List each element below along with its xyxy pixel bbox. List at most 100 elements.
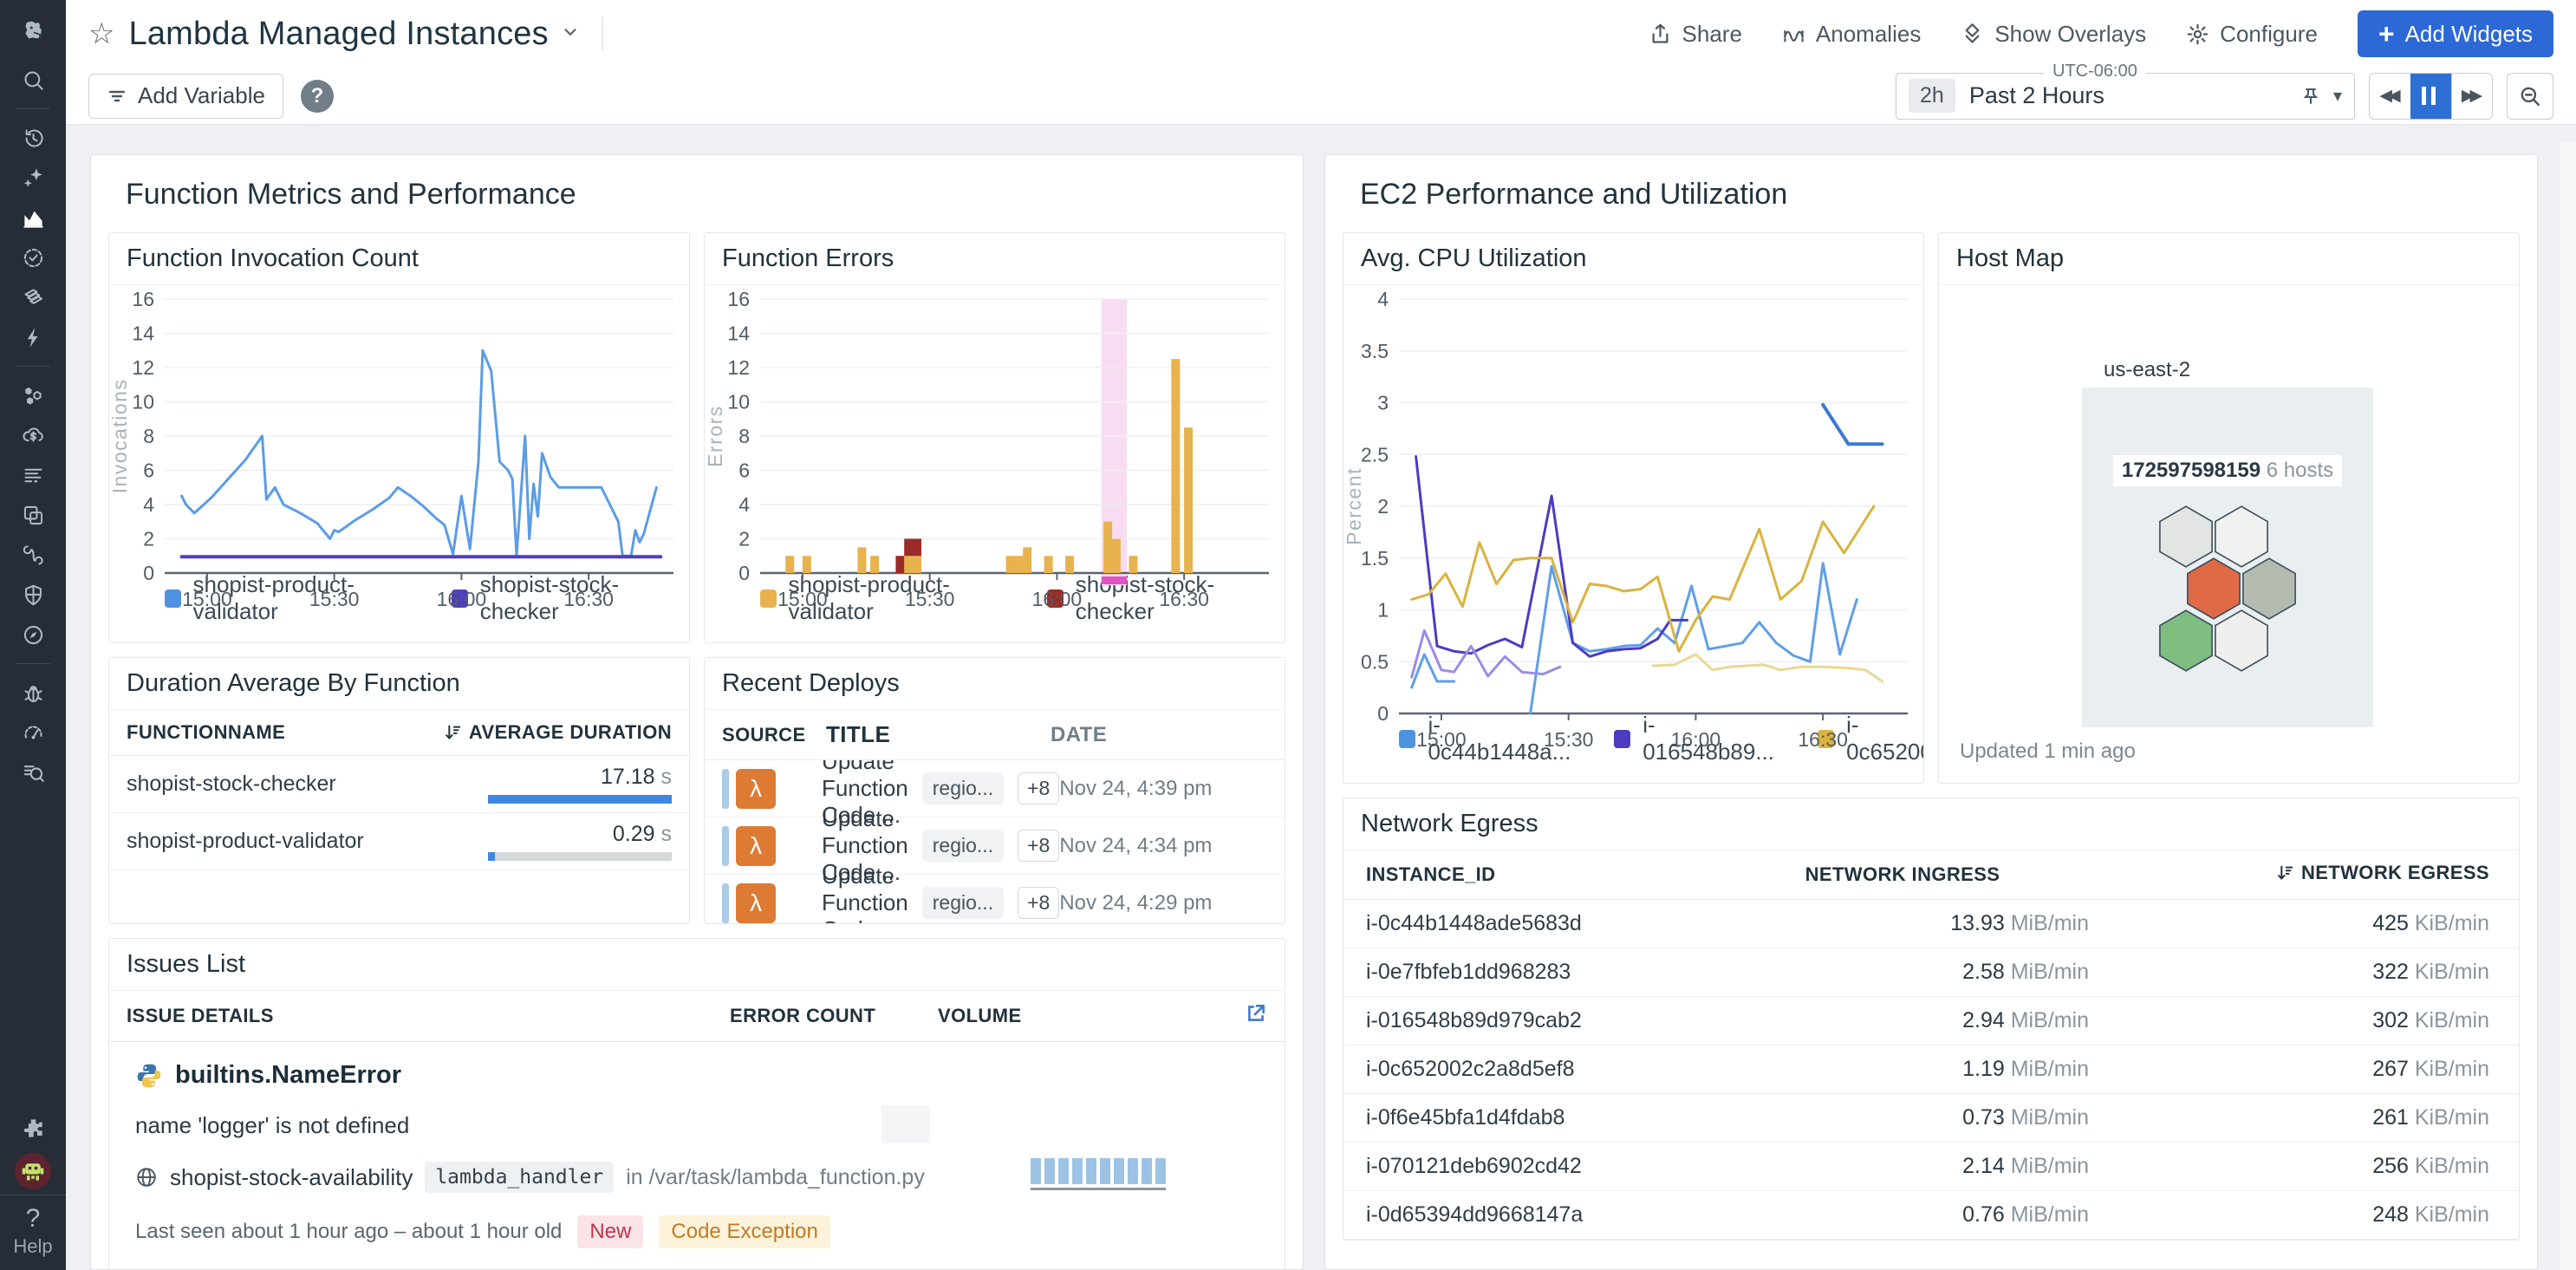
nav-divider xyxy=(16,108,50,109)
error-tracking-icon[interactable] xyxy=(12,673,54,713)
add-variable-button[interactable]: Add Variable xyxy=(88,74,283,119)
svg-text:0: 0 xyxy=(738,562,750,584)
sparkles-icon[interactable] xyxy=(12,158,54,198)
table-row[interactable]: shopist-product-validator0.29 s xyxy=(109,813,689,870)
widget-title: Recent Deploys xyxy=(705,658,1285,710)
table-row[interactable]: i-0f6e45bfa1d4fdab80.73 MiB/min261 KiB/m… xyxy=(1343,1094,2519,1143)
svg-text:15:00: 15:00 xyxy=(777,588,828,610)
widget-title: Host Map xyxy=(1939,233,2519,285)
widget-issues-list[interactable]: Issues List ISSUE DETAILS ERROR COUNT VO… xyxy=(108,938,1285,1270)
time-pause-button[interactable] xyxy=(2410,74,2451,119)
errors-bar-chart[interactable]: 024681012141615:0015:3016:0016:30Errors xyxy=(705,285,1285,564)
time-range-label: Past 2 Hours xyxy=(1969,82,2300,109)
widget-network-egress[interactable]: Network Egress INSTANCE_ID NETWORK INGRE… xyxy=(1343,798,2520,1241)
table-header: SOURCE TITLE DATE xyxy=(705,710,1285,760)
timezone-label: UTC-06:00 xyxy=(2044,62,2146,81)
table-row[interactable]: i-0c652002c2a8d5ef81.19 MiB/min267 KiB/m… xyxy=(1343,1045,2519,1094)
sort-desc-icon xyxy=(2275,863,2294,882)
issue-function-name[interactable]: shopist-stock-availability xyxy=(170,1164,413,1191)
integrations-icon[interactable] xyxy=(12,1108,54,1148)
anomalies-button[interactable]: Anomalies xyxy=(1782,21,1921,48)
apm-icon[interactable] xyxy=(12,375,54,415)
infrastructure-icon[interactable] xyxy=(12,277,54,317)
deploy-more-chip[interactable]: +8 xyxy=(1018,830,1059,862)
service-mgmt-icon[interactable] xyxy=(12,615,54,655)
issue-file-path: in /var/task/lambda_function.py xyxy=(626,1165,925,1190)
svg-text:1.5: 1.5 xyxy=(1361,547,1389,570)
left-nav: ?Help xyxy=(0,0,66,1270)
sort-desc-icon xyxy=(443,723,462,742)
datadog-logo[interactable] xyxy=(10,11,56,51)
deploy-more-chip[interactable]: +8 xyxy=(1018,772,1059,804)
hostmap-hex-cluster[interactable] xyxy=(2150,498,2306,687)
scrollbar-track[interactable] xyxy=(2559,142,2576,1270)
user-avatar[interactable] xyxy=(15,1153,51,1189)
widget-duration-average[interactable]: Duration Average By Function FUNCTIONNAM… xyxy=(108,657,690,924)
issue-row[interactable]: builtins.NameError name 'logger' is not … xyxy=(109,1042,1285,1270)
lambda-icon: λ xyxy=(736,826,776,866)
widget-avg-cpu-utilization[interactable]: Avg. CPU Utilization 00.511.522.533.5415… xyxy=(1343,232,1924,784)
widget-recent-deploys[interactable]: Recent Deploys SOURCE TITLE DATE λUpdate… xyxy=(704,657,1285,924)
svg-text:2: 2 xyxy=(738,528,750,550)
issue-error-type[interactable]: builtins.NameError xyxy=(175,1061,401,1090)
deploy-more-chip[interactable]: +8 xyxy=(1018,887,1059,919)
configure-button[interactable]: Configure xyxy=(2186,21,2318,48)
log-explorer-icon[interactable] xyxy=(12,752,54,792)
table-row[interactable]: i-070121deb6902cd422.14 MiB/min256 KiB/m… xyxy=(1343,1143,2519,1191)
zoom-out-button[interactable] xyxy=(2507,73,2553,120)
rum-icon[interactable] xyxy=(12,495,54,535)
deploy-accent-bar xyxy=(722,826,729,866)
widget-host-map[interactable]: Host Map us-east-2 172597598159 6 hosts … xyxy=(1938,232,2520,784)
svg-text:15:00: 15:00 xyxy=(182,588,232,610)
invocation-line-chart[interactable]: 024681012141615:0015:3016:0016:30Invocat… xyxy=(109,285,689,564)
cloud-cost-icon[interactable] xyxy=(12,415,54,455)
deploy-tag-chip[interactable]: regio... xyxy=(922,772,1004,804)
serverless-icon[interactable] xyxy=(12,317,54,357)
deploy-tag-chip[interactable]: regio... xyxy=(922,887,1004,919)
time-forward-button[interactable]: ▶▶ xyxy=(2451,74,2492,119)
header-divider xyxy=(602,17,603,50)
watchdog-icon[interactable] xyxy=(12,238,54,277)
title-chevron-down-icon[interactable] xyxy=(561,23,580,46)
show-overlays-button[interactable]: Show Overlays xyxy=(1961,21,2146,48)
svg-text:2.5: 2.5 xyxy=(1361,443,1389,466)
security-icon[interactable] xyxy=(12,575,54,615)
table-row[interactable]: i-0c44b1448ade5683d13.93 MiB/min425 KiB/… xyxy=(1343,900,2519,948)
metrics-icon[interactable] xyxy=(12,713,54,752)
svg-text:0: 0 xyxy=(1377,702,1389,725)
table-row[interactable]: i-0e7fbfeb1dd9682832.58 MiB/min322 KiB/m… xyxy=(1343,948,2519,997)
share-button[interactable]: Share xyxy=(1649,21,1742,48)
help-icon[interactable]: ? xyxy=(0,1206,66,1232)
deploy-tag-chip[interactable]: regio... xyxy=(922,830,1004,862)
dashboards-icon[interactable] xyxy=(12,198,54,238)
lambda-icon: λ xyxy=(736,769,776,809)
issue-last-seen: Last seen about 1 hour ago – about 1 hou… xyxy=(135,1220,562,1244)
svg-text:16:00: 16:00 xyxy=(1671,728,1721,751)
time-backward-button[interactable]: ◀◀ xyxy=(2370,74,2410,119)
history-icon[interactable] xyxy=(12,118,54,158)
cpu-line-chart[interactable]: 00.511.522.533.5415:0015:3016:0016:30Per… xyxy=(1343,285,1923,705)
open-external-icon[interactable] xyxy=(1245,1002,1267,1025)
time-range-picker[interactable]: UTC-06:00 2h Past 2 Hours ▾ xyxy=(1896,73,2355,120)
table-row[interactable]: i-0d65394dd9668147a0.76 MiB/min248 KiB/m… xyxy=(1343,1191,2519,1240)
logs-icon[interactable] xyxy=(12,455,54,495)
svg-text:0: 0 xyxy=(143,562,154,584)
widget-title: Duration Average By Function xyxy=(109,658,689,710)
table-row[interactable]: i-016548b89d979cab22.94 MiB/min302 KiB/m… xyxy=(1343,997,2519,1045)
table-row[interactable]: shopist-stock-checker17.18 s xyxy=(109,756,689,813)
search-icon[interactable] xyxy=(12,60,54,100)
pin-icon[interactable] xyxy=(2300,86,2321,107)
template-variable-help-icon[interactable]: ? xyxy=(301,80,334,113)
lambda-icon: λ xyxy=(736,883,776,923)
add-widgets-button[interactable]: + Add Widgets xyxy=(2358,10,2553,57)
time-dropdown-caret-icon[interactable]: ▾ xyxy=(2333,85,2342,107)
group-title: EC2 Performance and Utilization xyxy=(1360,178,2520,212)
widget-function-errors[interactable]: Function Errors 024681012141615:0015:301… xyxy=(704,232,1285,643)
widget-title: Function Invocation Count xyxy=(109,233,689,285)
widget-title: Function Errors xyxy=(705,233,1285,285)
hostmap-region-panel[interactable]: 172597598159 6 hosts xyxy=(2082,388,2373,727)
ci-icon[interactable] xyxy=(12,535,54,575)
table-row[interactable]: λUpdate Function Code ...regio...+8Nov 2… xyxy=(705,875,1285,923)
favorite-star-icon[interactable]: ☆ xyxy=(88,16,114,51)
widget-function-invocation-count[interactable]: Function Invocation Count 02468101214161… xyxy=(108,232,690,643)
